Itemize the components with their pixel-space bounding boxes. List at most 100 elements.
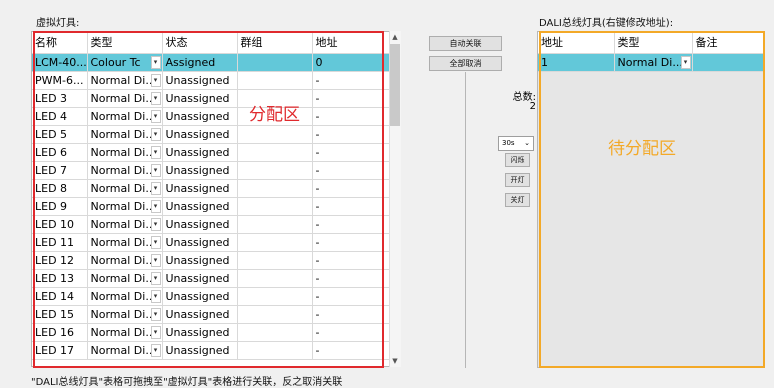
cell-name: LED 9 bbox=[32, 197, 88, 216]
cell-address: - bbox=[312, 233, 390, 252]
cell-type-text: Normal Di... bbox=[90, 325, 156, 339]
dropdown-arrow-icon[interactable]: ▾ bbox=[150, 253, 161, 267]
flash-button[interactable]: 闪烁 bbox=[505, 153, 530, 167]
unlink-all-button[interactable]: 全部取消 bbox=[429, 56, 502, 71]
dali-bus-luminaires-table[interactable]: 地址 类型 备注 1 Normal Di... ▾ bbox=[537, 31, 765, 368]
dropdown-arrow-icon[interactable]: ▾ bbox=[150, 325, 161, 339]
column-header-address[interactable]: 地址 bbox=[312, 32, 390, 54]
dropdown-arrow-icon[interactable]: ▾ bbox=[150, 91, 161, 105]
cell-address-text: - bbox=[315, 217, 320, 231]
dropdown-arrow-icon[interactable]: ▾ bbox=[150, 343, 161, 357]
dropdown-arrow-icon[interactable]: ▾ bbox=[150, 109, 161, 123]
cell-status: Unassigned bbox=[162, 341, 238, 360]
table-row[interactable]: LED 6 Normal Di... ▾ Unassigned - bbox=[32, 143, 390, 162]
table-row[interactable]: LED 4 Normal Di... ▾ Unassigned - bbox=[32, 107, 390, 126]
table-row[interactable]: LED 8 Normal Di... ▾ Unassigned - bbox=[32, 179, 390, 198]
cell-address-text: - bbox=[315, 289, 320, 303]
cell-type-text: Normal Di... bbox=[617, 55, 683, 69]
table-row[interactable]: LED 11 Normal Di... ▾ Unassigned - bbox=[32, 233, 390, 252]
column-header-note[interactable]: 备注 bbox=[692, 32, 764, 54]
cell-group bbox=[237, 341, 313, 360]
table-row[interactable]: LED 16 Normal Di... ▾ Unassigned - bbox=[32, 323, 390, 342]
cell-type-text: Colour Tc bbox=[90, 55, 141, 69]
cell-type[interactable]: Normal Di... ▾ bbox=[87, 107, 163, 126]
column-header-address[interactable]: 地址 bbox=[538, 32, 615, 54]
duration-select[interactable]: 30s ⌄ bbox=[498, 136, 534, 151]
cell-address-text: - bbox=[315, 325, 320, 339]
cell-type[interactable]: Normal Di... ▾ bbox=[87, 305, 163, 324]
cell-address-text: - bbox=[315, 235, 320, 249]
cell-type[interactable]: Colour Tc ▾ bbox=[87, 53, 163, 72]
virtual-luminaires-table[interactable]: 名称 类型 状态 群组 地址 LCM-40... Colour Tc ▾ Assign… bbox=[31, 31, 391, 367]
cell-type[interactable]: Normal Di... ▾ bbox=[87, 233, 163, 252]
dropdown-arrow-icon[interactable]: ▾ bbox=[150, 181, 161, 195]
dropdown-arrow-icon[interactable]: ▾ bbox=[150, 127, 161, 141]
dropdown-arrow-icon[interactable]: ▾ bbox=[680, 55, 691, 69]
table-row[interactable]: LED 10 Normal Di... ▾ Unassigned - bbox=[32, 215, 390, 234]
dropdown-arrow-icon[interactable]: ▾ bbox=[150, 217, 161, 231]
table-row[interactable]: LED 12 Normal Di... ▾ Unassigned - bbox=[32, 251, 390, 270]
cell-name: LED 14 bbox=[32, 287, 88, 306]
dropdown-arrow-icon[interactable]: ▾ bbox=[150, 289, 161, 303]
dropdown-arrow-icon[interactable]: ▾ bbox=[150, 271, 161, 285]
vertical-divider bbox=[465, 72, 466, 368]
table-row[interactable]: LED 5 Normal Di... ▾ Unassigned - bbox=[32, 125, 390, 144]
table-row[interactable]: LED 13 Normal Di... ▾ Unassigned - bbox=[32, 269, 390, 288]
cell-type[interactable]: Normal Di... ▾ bbox=[87, 215, 163, 234]
table-row[interactable]: PWM-6... Normal Di... ▾ Unassigned - bbox=[32, 71, 390, 90]
dropdown-arrow-icon[interactable]: ▾ bbox=[150, 163, 161, 177]
cell-type[interactable]: Normal Di... ▾ bbox=[87, 143, 163, 162]
cell-type[interactable]: Normal Di... ▾ bbox=[87, 89, 163, 108]
table-row[interactable]: LED 3 Normal Di... ▾ Unassigned - bbox=[32, 89, 390, 108]
cell-type[interactable]: Normal Di... ▾ bbox=[87, 161, 163, 180]
dropdown-arrow-icon[interactable]: ▾ bbox=[150, 199, 161, 213]
dropdown-arrow-icon[interactable]: ▾ bbox=[150, 235, 161, 249]
cell-address-text: 1 bbox=[541, 55, 548, 69]
cell-type-text: Normal Di... bbox=[90, 127, 156, 141]
column-header-group[interactable]: 群组 bbox=[237, 32, 313, 54]
cell-address-text: - bbox=[315, 253, 320, 267]
cell-type[interactable]: Normal Di... ▾ bbox=[87, 341, 163, 360]
table-row[interactable]: 1 Normal Di... ▾ bbox=[538, 53, 764, 72]
cell-type-text: Normal Di... bbox=[90, 199, 156, 213]
cell-name: LED 12 bbox=[32, 251, 88, 270]
scroll-down-icon[interactable]: ▼ bbox=[389, 355, 401, 367]
cell-type[interactable]: Normal Di... ▾ bbox=[87, 269, 163, 288]
table-row[interactable]: LCM-40... Colour Tc ▾ Assigned 0 bbox=[32, 53, 390, 72]
dropdown-arrow-icon[interactable]: ▾ bbox=[150, 145, 161, 159]
column-header-name[interactable]: 名称 bbox=[32, 32, 88, 54]
table-row[interactable]: LED 7 Normal Di... ▾ Unassigned - bbox=[32, 161, 390, 180]
cell-status-text: Unassigned bbox=[165, 73, 230, 87]
cell-type[interactable]: Normal Di... ▾ bbox=[87, 179, 163, 198]
table-row[interactable]: LED 14 Normal Di... ▾ Unassigned - bbox=[32, 287, 390, 306]
column-header-type[interactable]: 类型 bbox=[87, 32, 163, 54]
cell-address: - bbox=[312, 305, 390, 324]
dropdown-arrow-icon[interactable]: ▾ bbox=[150, 55, 161, 69]
cell-group bbox=[237, 179, 313, 198]
cell-type[interactable]: Normal Di... ▾ bbox=[614, 53, 693, 72]
cell-type[interactable]: Normal Di... ▾ bbox=[87, 323, 163, 342]
cell-type[interactable]: Normal Di... ▾ bbox=[87, 125, 163, 144]
table-row[interactable]: LED 17 Normal Di... ▾ Unassigned - bbox=[32, 341, 390, 360]
cell-type[interactable]: Normal Di... ▾ bbox=[87, 197, 163, 216]
cell-name-text: LED 10 bbox=[35, 217, 75, 231]
cell-status-text: Unassigned bbox=[165, 235, 230, 249]
dropdown-arrow-icon[interactable]: ▾ bbox=[150, 73, 161, 87]
cell-type[interactable]: Normal Di... ▾ bbox=[87, 251, 163, 270]
cell-status: Unassigned bbox=[162, 107, 238, 126]
column-header-status[interactable]: 状态 bbox=[162, 32, 238, 54]
scrollbar-thumb[interactable] bbox=[390, 44, 400, 126]
cell-status-text: Unassigned bbox=[165, 343, 230, 357]
cell-group bbox=[237, 71, 313, 90]
cell-type[interactable]: Normal Di... ▾ bbox=[87, 71, 163, 90]
table-row[interactable]: LED 9 Normal Di... ▾ Unassigned - bbox=[32, 197, 390, 216]
light-off-button[interactable]: 关灯 bbox=[505, 193, 530, 207]
auto-link-button[interactable]: 自动关联 bbox=[429, 36, 502, 51]
scroll-up-icon[interactable]: ▲ bbox=[389, 31, 401, 43]
table-row[interactable]: LED 15 Normal Di... ▾ Unassigned - bbox=[32, 305, 390, 324]
cell-name-text: LED 14 bbox=[35, 289, 75, 303]
column-header-type[interactable]: 类型 bbox=[614, 32, 693, 54]
cell-type[interactable]: Normal Di... ▾ bbox=[87, 287, 163, 306]
light-on-button[interactable]: 开灯 bbox=[505, 173, 530, 187]
dropdown-arrow-icon[interactable]: ▾ bbox=[150, 307, 161, 321]
